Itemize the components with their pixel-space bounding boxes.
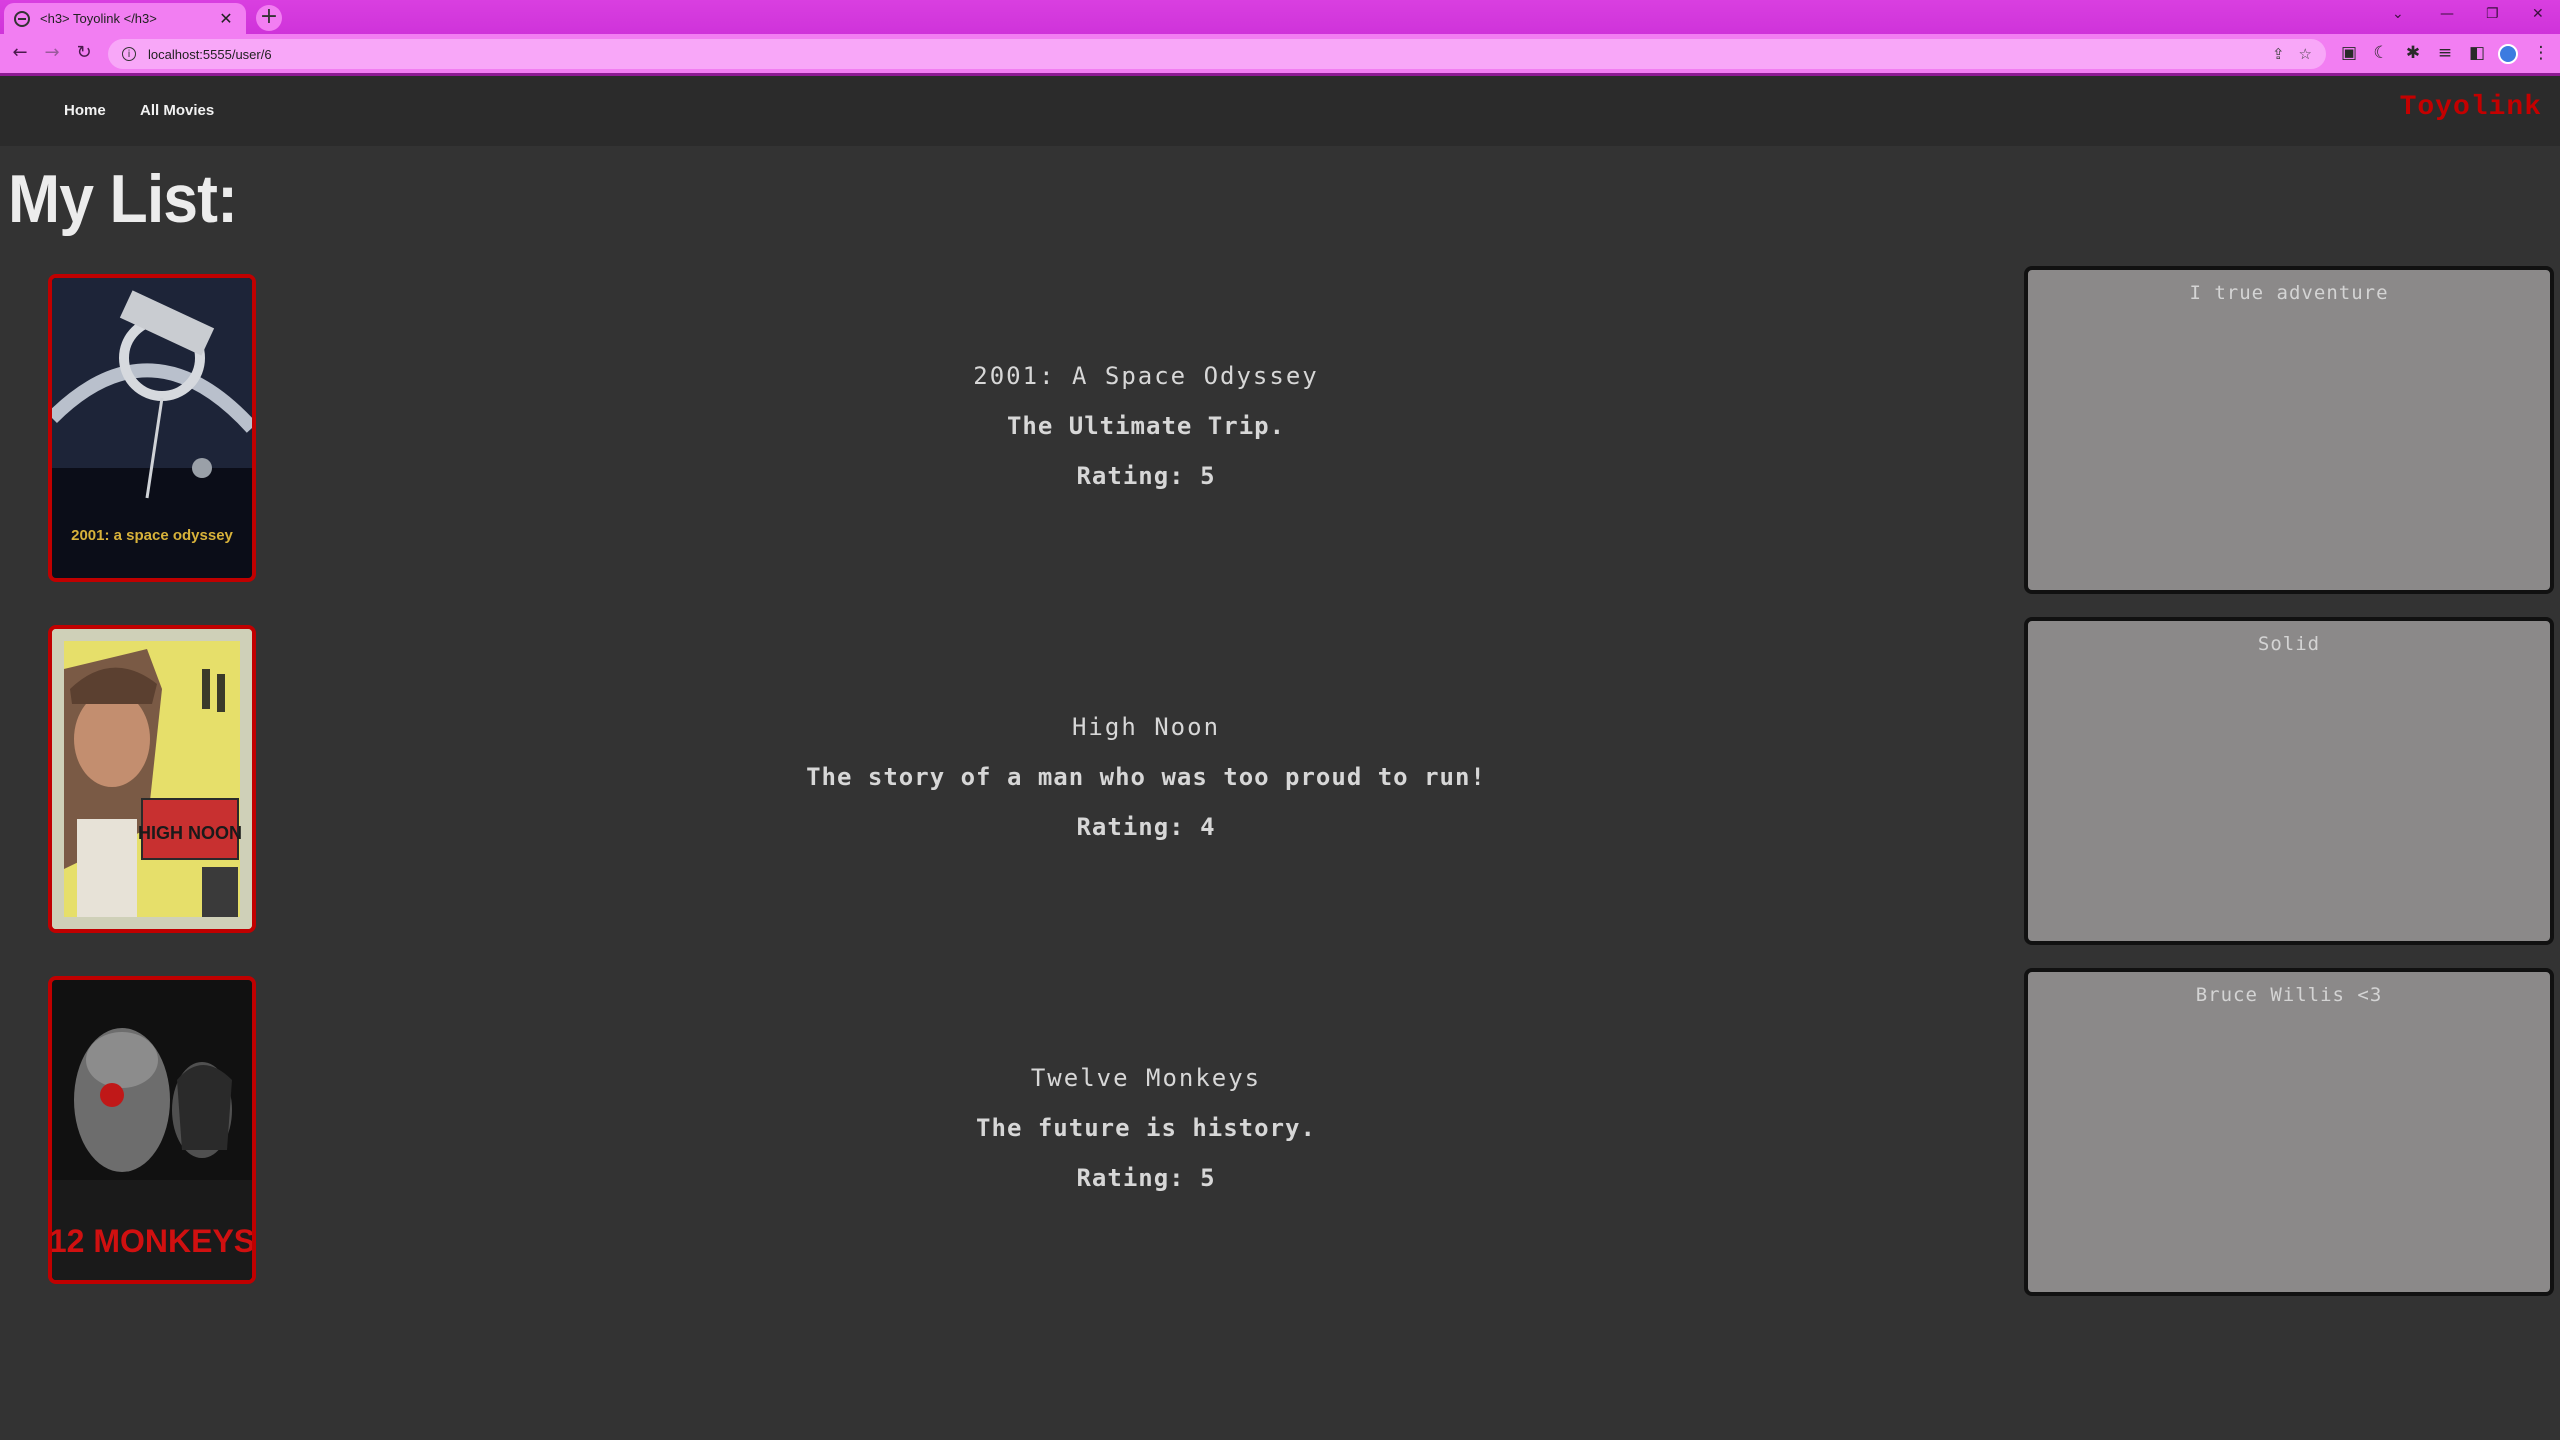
nav-all-movies-link[interactable]: All Movies (140, 102, 214, 119)
movie-poster[interactable]: 12 MONKEYS (48, 976, 256, 1284)
share-icon[interactable]: ⇪ (2272, 45, 2285, 63)
puzzle-icon[interactable]: ✱ (2402, 43, 2424, 63)
movie-list-item: 2001: a space odyssey 2001: A Space Odys… (0, 266, 2560, 614)
restore-icon[interactable]: ❐ (2486, 6, 2499, 22)
movie-poster[interactable]: HIGH NOON (48, 625, 256, 933)
brand-logo[interactable]: Toyolink (2400, 92, 2542, 123)
review-text: Solid (2257, 633, 2321, 655)
review-text: Bruce Willis <3 (2195, 984, 2383, 1006)
bookmark-star-icon[interactable]: ☆ (2299, 45, 2312, 63)
back-icon[interactable]: ← (8, 42, 32, 63)
globe-icon (14, 10, 30, 27)
address-bar[interactable]: i localhost:5555/user/6 ⇪ ☆ (108, 39, 2326, 69)
movie-info: 2001: A Space Odyssey The Ultimate Trip.… (556, 362, 1736, 490)
poster-caption: HIGH NOON (138, 823, 242, 843)
browser-tab-bar: <h3> Toyolink </h3> ✕ + ⌄ — ❐ ✕ (0, 0, 2560, 34)
side-panel-icon[interactable]: ◧ (2466, 43, 2488, 63)
tab-title: <h3> Toyolink </h3> (40, 11, 157, 26)
movie-poster[interactable]: 2001: a space odyssey (48, 274, 256, 582)
menu-kebab-icon[interactable]: ⋮ (2530, 43, 2552, 63)
browser-tab[interactable]: <h3> Toyolink </h3> ✕ (4, 3, 246, 34)
page-title: My List: (8, 161, 238, 237)
close-tab-icon[interactable]: ✕ (216, 9, 236, 28)
browser-toolbar: ← → ↻ i localhost:5555/user/6 ⇪ ☆ ▣ ☾ ✱ … (0, 34, 2560, 76)
review-text: I true adventure (2189, 282, 2389, 304)
site-navbar: Home All Movies Toyolink (0, 76, 2560, 146)
movie-tagline: The future is history. (976, 1114, 1316, 1142)
reading-list-icon[interactable]: ≡ (2434, 43, 2456, 63)
new-tab-button[interactable]: + (256, 5, 282, 31)
movie-info: Twelve Monkeys The future is history. Ra… (556, 1064, 1736, 1192)
profile-avatar[interactable] (2498, 44, 2518, 64)
dark-mode-icon[interactable]: ☾ (2370, 43, 2392, 63)
movie-rating: Rating: 4 (1076, 813, 1216, 841)
movie-info: High Noon The story of a man who was too… (556, 713, 1736, 841)
url-text[interactable]: localhost:5555/user/6 (148, 47, 2258, 62)
review-box: I true adventure (2024, 266, 2554, 594)
tab-search-icon[interactable]: ⌄ (2392, 6, 2404, 22)
nav-home-link[interactable]: Home (64, 102, 106, 119)
minimize-icon[interactable]: — (2440, 6, 2454, 22)
movie-rating: Rating: 5 (1076, 462, 1216, 490)
movie-rating: Rating: 5 (1076, 1164, 1216, 1192)
reload-icon[interactable]: ↻ (72, 42, 96, 63)
movie-tagline: The story of a man who was too proud to … (806, 763, 1486, 791)
close-window-icon[interactable]: ✕ (2532, 6, 2544, 22)
movie-tagline: The Ultimate Trip. (1006, 412, 1286, 440)
movie-title[interactable]: High Noon (556, 713, 1736, 741)
poster-caption: 12 MONKEYS (52, 1223, 252, 1259)
review-box: Bruce Willis <3 (2024, 968, 2554, 1296)
forward-icon[interactable]: → (40, 42, 64, 63)
extension-icon[interactable]: ▣ (2338, 43, 2360, 63)
poster-caption: 2001: a space odyssey (71, 527, 233, 544)
movie-list-item: HIGH NOON High Noon The story of a man w… (0, 617, 2560, 965)
site-info-icon[interactable]: i (122, 47, 136, 61)
movie-title[interactable]: 2001: A Space Odyssey (556, 362, 1736, 390)
movie-list-item: 12 MONKEYS Twelve Monkeys The future is … (0, 968, 2560, 1316)
review-box: Solid (2024, 617, 2554, 945)
movie-title[interactable]: Twelve Monkeys (556, 1064, 1736, 1092)
